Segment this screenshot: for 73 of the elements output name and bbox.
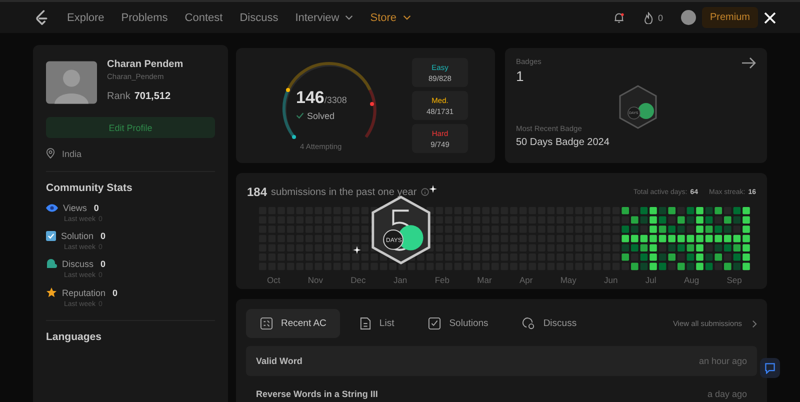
chat-search-icon[interactable] bbox=[522, 317, 536, 330]
user-name: Charan Pendem bbox=[107, 59, 184, 70]
languages-heading: Languages bbox=[46, 331, 102, 343]
month-label: Jul bbox=[645, 275, 656, 285]
nav-link[interactable]: Store bbox=[370, 12, 411, 24]
bell-icon[interactable] bbox=[612, 12, 625, 24]
stat-value: 0 bbox=[112, 288, 118, 298]
sparkle-icon bbox=[429, 185, 437, 193]
check-icon bbox=[296, 112, 304, 119]
solved-label: Solved bbox=[307, 110, 335, 120]
submission-time: a day ago bbox=[707, 389, 747, 399]
stat-value: 0 bbox=[100, 231, 106, 241]
total-count: /3308 bbox=[324, 94, 347, 104]
month-label: Jan bbox=[393, 275, 408, 285]
star-icon bbox=[46, 287, 57, 298]
month-label: Feb bbox=[434, 275, 450, 285]
month-label: Apr bbox=[519, 275, 533, 285]
stat-label: Reputation bbox=[62, 288, 106, 298]
submission-row[interactable]: Valid Word an hour ago bbox=[246, 346, 757, 376]
stat-label: Solution bbox=[61, 231, 94, 241]
sparkle-icon bbox=[353, 246, 361, 254]
submission-time: an hour ago bbox=[698, 356, 747, 366]
chevron-down-icon[interactable] bbox=[345, 15, 354, 20]
rank-label: Rank bbox=[107, 91, 130, 102]
nav-link[interactable]: Interview bbox=[295, 12, 354, 24]
checkbox-icon[interactable] bbox=[428, 317, 442, 330]
flame-icon[interactable] bbox=[642, 12, 654, 24]
badges-count: 1 bbox=[516, 68, 525, 84]
location-pin-icon bbox=[46, 148, 55, 159]
premium-button[interactable]: Premium bbox=[702, 7, 758, 28]
month-label: Mar bbox=[477, 275, 492, 285]
rank-value: 701,512 bbox=[134, 91, 171, 102]
stat-value: 0 bbox=[94, 203, 99, 213]
tab[interactable]: List bbox=[346, 309, 408, 338]
submission-count: 184 bbox=[247, 185, 268, 199]
month-label: May bbox=[560, 275, 576, 285]
month-label: Jun bbox=[604, 275, 618, 285]
tab[interactable]: Discuss bbox=[508, 309, 591, 338]
month-label: Oct bbox=[267, 275, 280, 285]
location-text: India bbox=[62, 148, 82, 158]
close-button[interactable] bbox=[762, 10, 778, 26]
nav-link[interactable]: Problems bbox=[121, 12, 168, 24]
nav-link[interactable]: Contest bbox=[184, 12, 223, 24]
chevron-down-icon[interactable] bbox=[402, 15, 411, 20]
stat-label: Discuss bbox=[62, 259, 94, 269]
tab[interactable]: Recent AC bbox=[246, 309, 340, 338]
document-icon[interactable] bbox=[360, 317, 372, 330]
eye-icon bbox=[46, 203, 58, 213]
arrow-right-icon[interactable] bbox=[742, 57, 756, 69]
stat-value: 0 bbox=[100, 259, 106, 269]
chat-icon[interactable] bbox=[760, 358, 780, 378]
chevron-right-icon[interactable] bbox=[752, 320, 757, 328]
community-stats-heading: Community Stats bbox=[46, 182, 134, 194]
tab[interactable]: Solutions bbox=[414, 309, 502, 338]
recent-badge-name: 50 Days Badge 2024 bbox=[516, 137, 610, 148]
streak-count: 0 bbox=[658, 12, 663, 22]
submission-row[interactable]: Reverse Words in a String III a day ago bbox=[246, 379, 757, 402]
month-label: Dec bbox=[350, 275, 366, 285]
month-label: Aug bbox=[684, 275, 700, 285]
solved-count: 146 bbox=[296, 88, 324, 106]
problem-title: Valid Word bbox=[256, 356, 302, 366]
month-label: Nov bbox=[308, 275, 324, 285]
avatar-icon[interactable] bbox=[680, 10, 696, 25]
checkbox-icon bbox=[46, 231, 56, 241]
nav-link[interactable]: Discuss bbox=[240, 12, 278, 24]
month-label: Sep bbox=[726, 275, 742, 285]
stat-label: Views bbox=[63, 203, 87, 213]
problem-title: Reverse Words in a String III bbox=[256, 389, 378, 399]
edit-profile-button[interactable]: Edit Profile bbox=[46, 117, 215, 138]
info-icon bbox=[420, 188, 429, 196]
checklist-icon[interactable] bbox=[260, 317, 273, 330]
nav-link[interactable]: Explore bbox=[67, 12, 104, 24]
submission-caption: submissions in the past one year bbox=[271, 186, 417, 198]
